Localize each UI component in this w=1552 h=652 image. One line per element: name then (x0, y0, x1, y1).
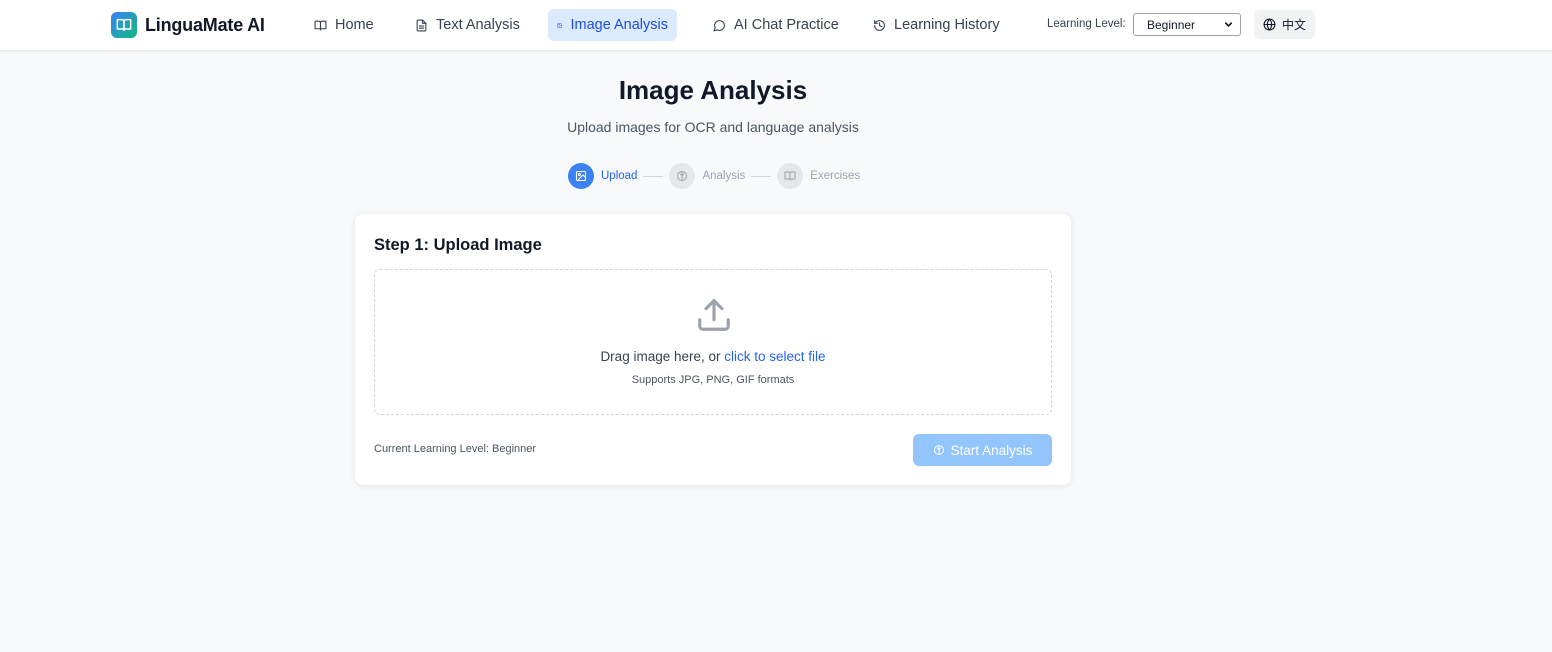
nav-image-analysis[interactable]: Image Analysis (548, 9, 677, 41)
step-exercises-label: Exercises (810, 170, 861, 182)
book-icon (314, 20, 327, 30)
chat-bubble-icon (713, 19, 725, 31)
nav-text-analysis-label: Text Analysis (436, 17, 520, 33)
start-analysis-button[interactable]: Start Analysis (913, 434, 1052, 466)
dropzone-instruction: Drag image here, or (600, 349, 725, 364)
page-subtitle: Upload images for OCR and language analy… (567, 119, 859, 135)
step-connector (751, 175, 772, 177)
step-analysis: Analysis (669, 163, 745, 189)
learning-level-value: Beginner (1147, 17, 1196, 32)
top-navbar: LinguaMate AI Home Text Analysis Image A… (0, 0, 1552, 50)
document-icon (416, 19, 427, 31)
dropzone-text: Drag image here, or click to select file (375, 349, 1051, 364)
nav-text-analysis[interactable]: Text Analysis (406, 9, 529, 41)
brand[interactable]: LinguaMate AI (111, 12, 265, 38)
start-analysis-label: Start Analysis (950, 442, 1033, 458)
nav-learning-history[interactable]: Learning History (864, 9, 1009, 41)
card-title: Step 1: Upload Image (374, 236, 542, 254)
nav-home-label: Home (335, 17, 374, 33)
step-exercises: Exercises (777, 163, 860, 189)
nav-ai-chat-practice-label: AI Chat Practice (734, 17, 839, 33)
step-connector (643, 175, 664, 177)
learning-level-select[interactable]: Beginner (1133, 13, 1241, 36)
image-dropzone[interactable]: Drag image here, or click to select file… (374, 269, 1052, 415)
brain-icon (669, 163, 696, 189)
book-icon (777, 163, 804, 189)
globe-icon (1263, 18, 1276, 31)
nav-home[interactable]: Home (305, 9, 383, 41)
history-icon (874, 19, 885, 31)
step-upload: Upload (568, 163, 637, 189)
step-analysis-label: Analysis (702, 170, 746, 182)
chevron-down-icon (1224, 22, 1233, 27)
language-toggle-button[interactable]: 中文 (1254, 10, 1315, 39)
learning-level-label: Learning Level: (1047, 18, 1126, 30)
progress-stepper: Upload Analysis Exercises (568, 163, 860, 189)
image-icon (568, 163, 594, 189)
upload-card: Step 1: Upload Image Drag image here, or… (355, 214, 1071, 485)
nav-learning-history-label: Learning History (894, 17, 1000, 33)
book-open-icon (111, 12, 137, 38)
language-toggle-label: 中文 (1281, 18, 1306, 32)
brain-icon (933, 445, 944, 455)
step-upload-label: Upload (601, 170, 638, 182)
page-title: Image Analysis (618, 75, 808, 105)
image-icon (557, 22, 563, 28)
nav-ai-chat-practice[interactable]: AI Chat Practice (704, 9, 848, 41)
supported-formats-hint: Supports JPG, PNG, GIF formats (631, 374, 795, 386)
current-learning-level: Current Learning Level: Beginner (374, 443, 537, 455)
brand-name: LinguaMate AI (145, 14, 265, 35)
select-file-link[interactable]: click to select file (724, 349, 825, 364)
upload-icon (698, 299, 730, 331)
nav-image-analysis-label: Image Analysis (570, 17, 668, 33)
